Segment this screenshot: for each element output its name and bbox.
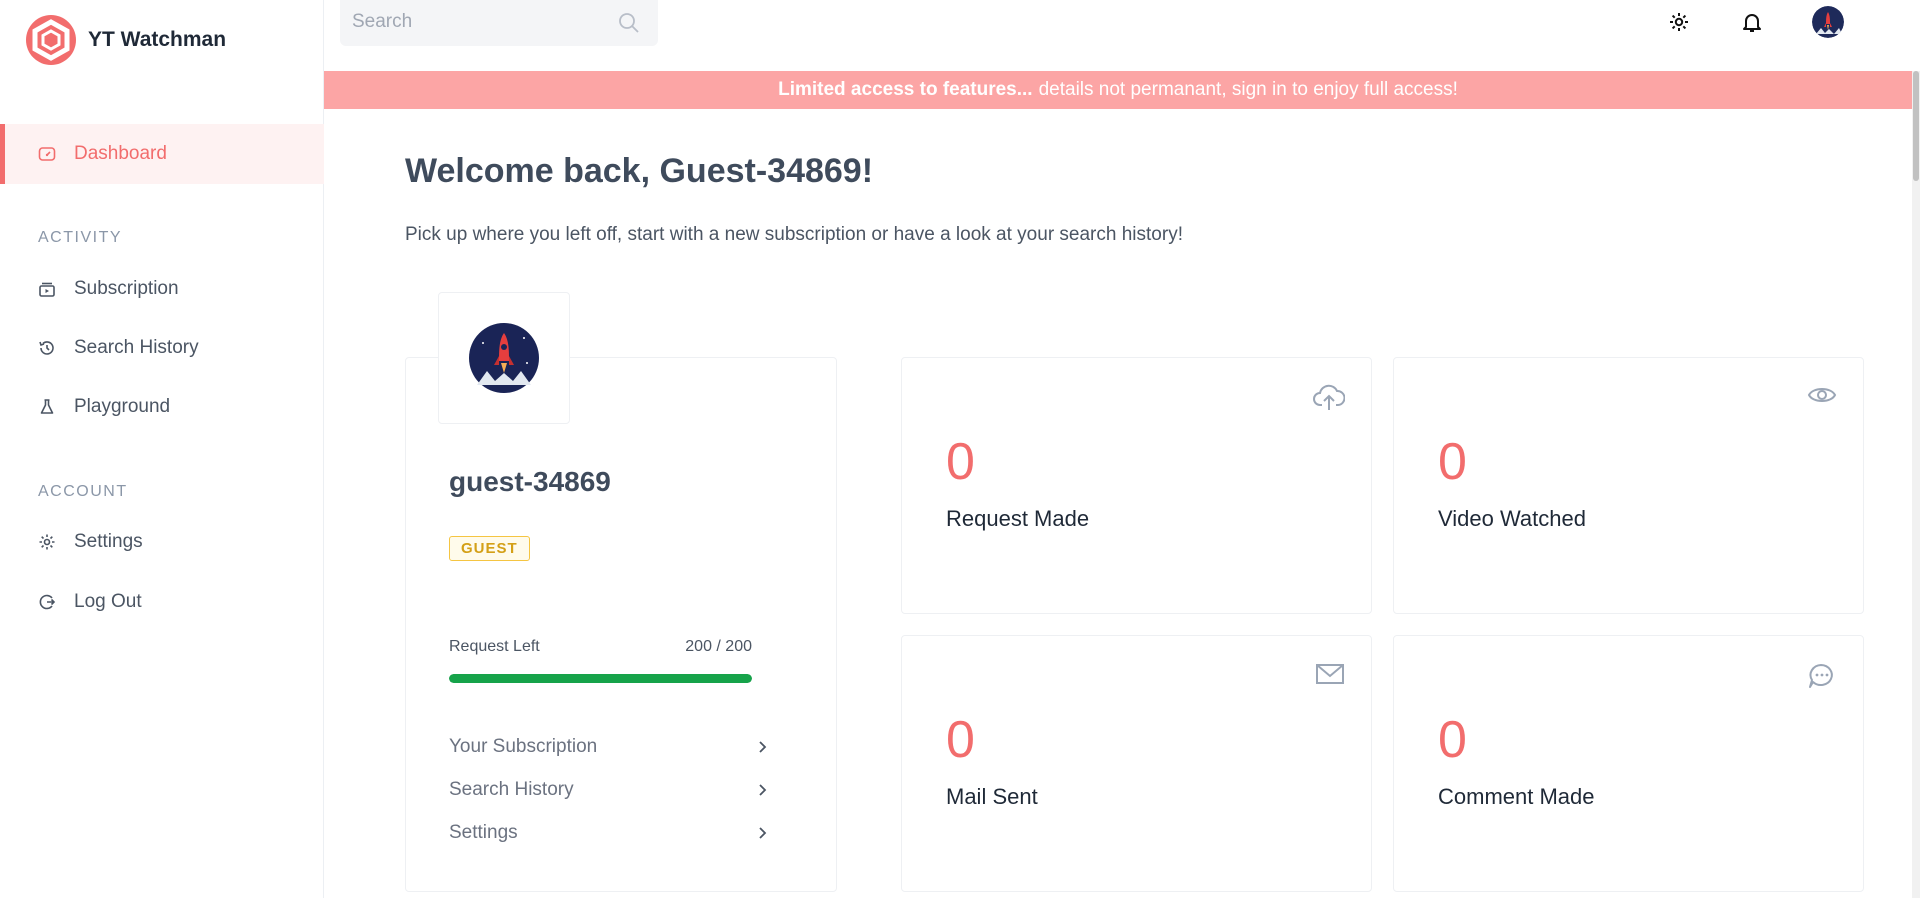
link-label: Your Subscription	[449, 736, 598, 757]
stat-value: 0	[946, 433, 975, 491]
cloud-upload-icon	[1313, 384, 1345, 410]
sidebar-item-label: Log Out	[74, 591, 142, 612]
link-search-history[interactable]: Search History	[449, 772, 767, 808]
dashboard-icon	[38, 147, 56, 161]
stat-value: 0	[1438, 433, 1467, 491]
sidebar-item-label: Dashboard	[74, 143, 167, 164]
logo-icon	[26, 15, 76, 65]
request-progress-bar	[449, 674, 752, 683]
sidebar-item-playground[interactable]: Playground	[0, 377, 324, 437]
sidebar-item-label: Playground	[74, 396, 171, 417]
chevron-right-icon	[759, 827, 767, 839]
stat-value: 0	[946, 711, 975, 769]
sidebar-item-label: Search History	[74, 337, 199, 358]
sidebar-item-label: Subscription	[74, 278, 179, 299]
history-icon	[39, 341, 54, 355]
section-label-activity: ACTIVITY	[38, 229, 123, 246]
link-your-subscription[interactable]: Your Subscription	[449, 729, 767, 765]
page-title: Welcome back, Guest-34869!	[405, 152, 874, 190]
link-label: Search History	[449, 779, 574, 800]
stat-label: Video Watched	[1438, 506, 1586, 531]
link-settings[interactable]: Settings	[449, 815, 767, 851]
chevron-right-icon	[759, 784, 767, 796]
sidebar: YT Watchman Dashboard ACTIVITY Subscript…	[0, 0, 324, 898]
stat-card-video-watched: 0 Video Watched	[1393, 357, 1864, 614]
request-left-value: 200 / 200	[685, 638, 752, 655]
logout-icon	[39, 594, 56, 610]
username: guest-34869	[449, 466, 611, 497]
rocket-avatar-icon	[469, 323, 539, 393]
scrollbar[interactable]	[1912, 71, 1920, 898]
stat-card-mail-sent: 0 Mail Sent	[901, 635, 1372, 892]
chat-icon	[1809, 664, 1833, 688]
chevron-right-icon	[759, 741, 767, 753]
settings-gear-icon[interactable]	[1665, 8, 1693, 36]
stat-value: 0	[1438, 711, 1467, 769]
gear-icon	[39, 534, 55, 550]
link-label: Settings	[449, 822, 518, 843]
sidebar-item-dashboard[interactable]: Dashboard	[0, 124, 324, 184]
sidebar-item-subscription[interactable]: Subscription	[0, 259, 324, 319]
stat-label: Request Made	[946, 506, 1090, 531]
sidebar-item-label: Settings	[74, 531, 143, 552]
mail-icon	[1316, 664, 1344, 684]
flask-icon	[40, 399, 54, 414]
request-left-label: Request Left	[449, 638, 540, 655]
stat-label: Comment Made	[1438, 784, 1595, 809]
sidebar-item-settings[interactable]: Settings	[0, 512, 324, 572]
section-label-account: ACCOUNT	[38, 483, 128, 500]
page-subtitle: Pick up where you left off, start with a…	[405, 224, 1183, 245]
search-input[interactable]	[352, 6, 602, 38]
banner-text: details not permanant, sign in to enjoy …	[1038, 79, 1458, 100]
limited-access-banner: Limited access to features... details no…	[324, 71, 1912, 109]
scrollbar-thumb[interactable]	[1913, 71, 1919, 181]
eye-icon	[1807, 388, 1837, 402]
request-progress-fill	[449, 674, 752, 683]
stat-card-comment-made: 0 Comment Made	[1393, 635, 1864, 892]
search-icon[interactable]	[618, 12, 640, 34]
status-badge: GUEST	[449, 536, 530, 561]
brand[interactable]: YT Watchman	[24, 13, 226, 67]
profile-card	[405, 357, 837, 892]
sidebar-item-search-history[interactable]: Search History	[0, 318, 324, 378]
search-box[interactable]	[340, 0, 658, 46]
stat-label: Mail Sent	[946, 784, 1038, 809]
stat-card-request-made: 0 Request Made	[901, 357, 1372, 614]
bell-icon[interactable]	[1738, 8, 1766, 36]
avatar[interactable]	[1812, 6, 1844, 38]
profile-picture	[438, 292, 570, 424]
app-name: YT Watchman	[88, 28, 227, 51]
sidebar-item-logout[interactable]: Log Out	[0, 572, 324, 632]
banner-bold-text: Limited access to features...	[778, 79, 1033, 100]
subscription-icon	[39, 282, 55, 297]
